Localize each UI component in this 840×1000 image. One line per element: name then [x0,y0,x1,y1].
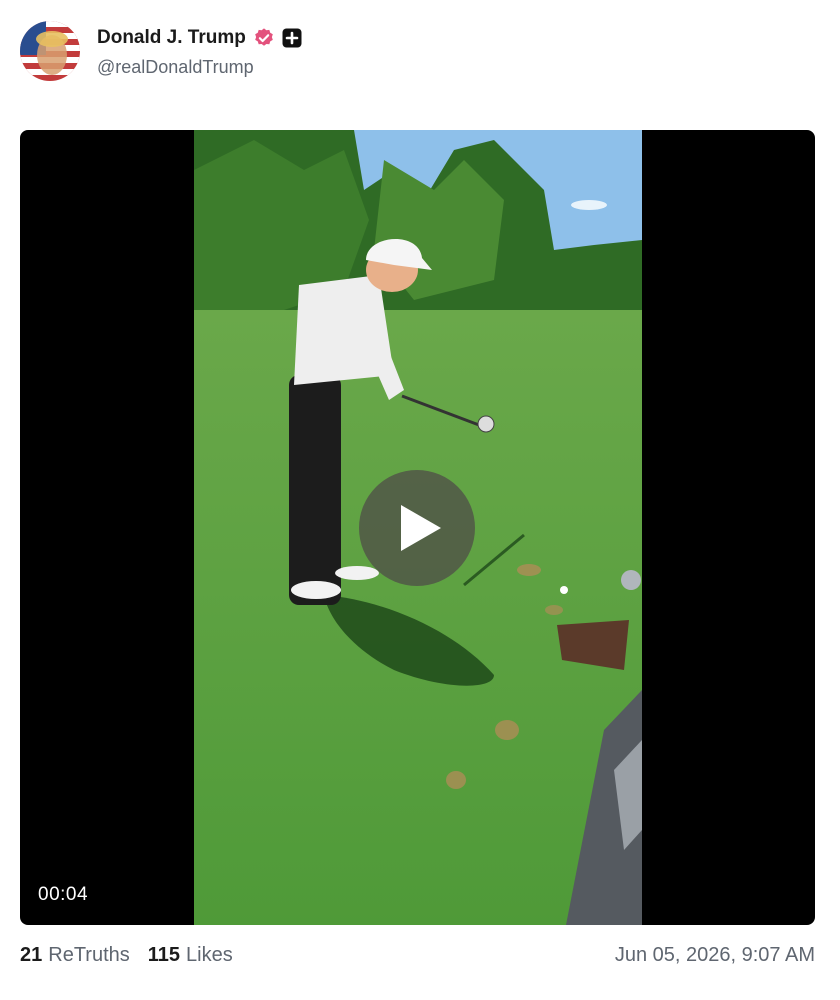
verified-badge-icon [253,27,275,49]
video-duration: 00:04 [38,884,89,905]
retruths-label: ReTruths [48,943,130,966]
post-footer: 21 ReTruths 115 Likes Jun 05, 2026, 9:07… [20,940,815,970]
author-display-name[interactable]: Donald J. Trump [97,27,246,49]
name-row: Donald J. Trump [97,25,302,51]
retruths-stat[interactable]: 21 ReTruths [20,944,130,967]
likes-stat[interactable]: 115 Likes [148,944,233,967]
likes-count: 115 [147,943,181,966]
author-info: Donald J. Trump @realDonaldTrump [97,25,302,78]
author-handle[interactable]: @realDonaldTrump [97,57,302,78]
play-icon [401,505,441,551]
retruths-count: 21 [20,943,43,966]
post-header: Donald J. Trump @realDonaldTrump [20,20,302,82]
likes-label: Likes [186,943,233,966]
avatar[interactable] [20,21,80,81]
plus-badge-icon [282,28,302,48]
play-button[interactable] [359,470,475,586]
post-timestamp[interactable]: Jun 05, 2026, 9:07 AM [615,944,815,967]
video-player[interactable]: 00:04 [20,130,815,925]
